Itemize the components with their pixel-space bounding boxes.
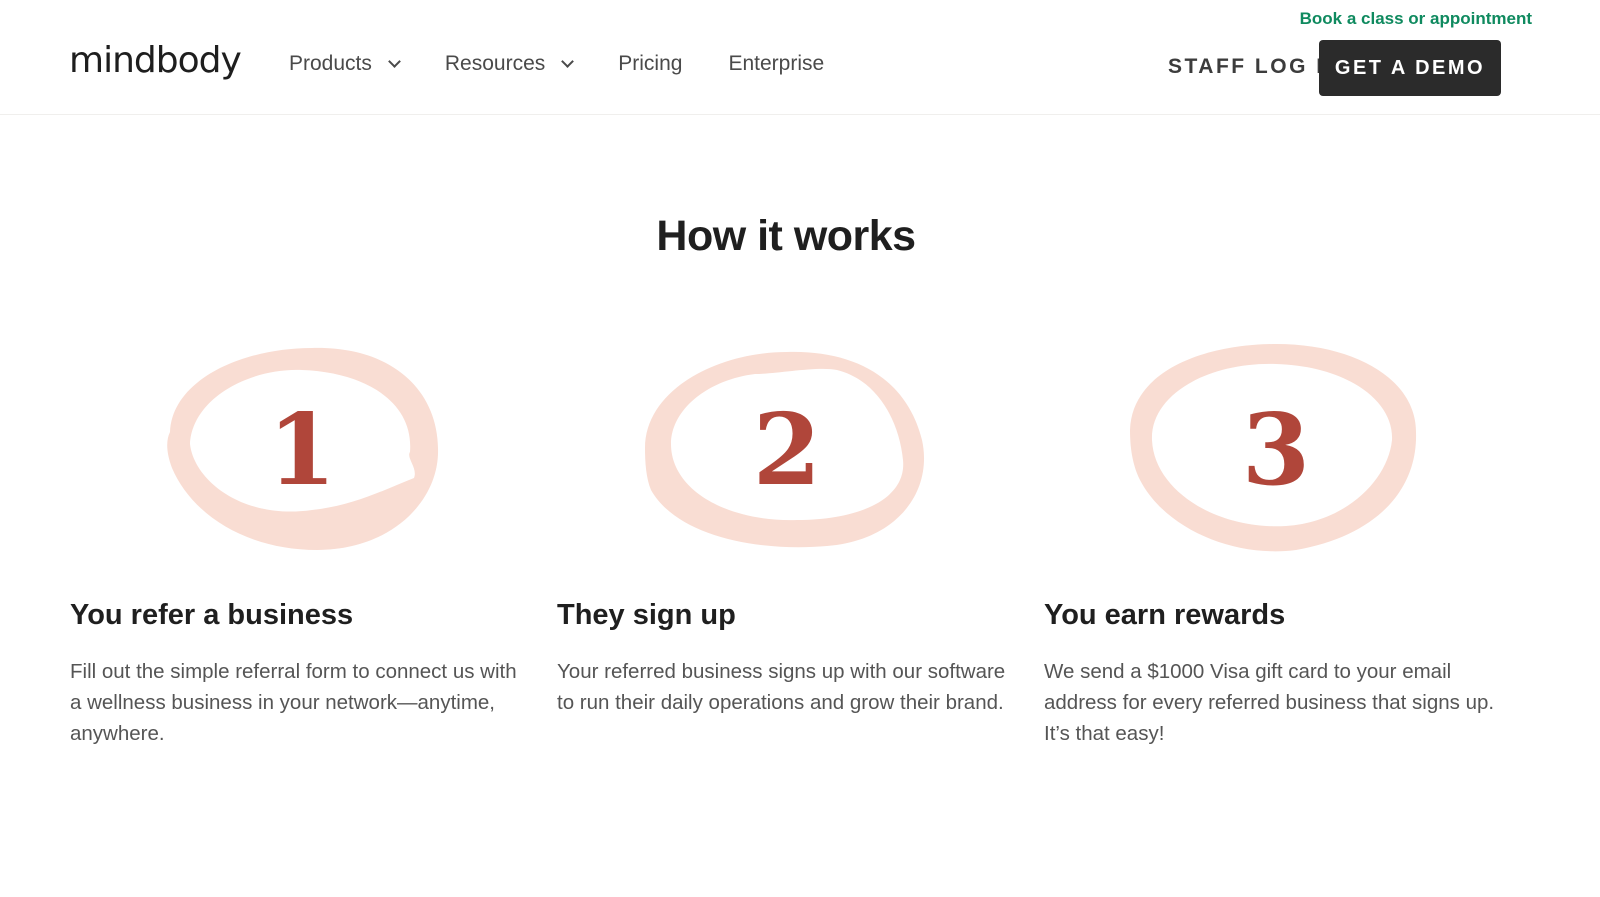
step-description: Your referred business signs up with our… <box>557 660 1006 714</box>
section-title: How it works <box>656 212 916 260</box>
book-class-link[interactable]: Book a class or appointment <box>1300 9 1532 29</box>
get-demo-button[interactable]: GET A DEMO <box>1319 40 1501 96</box>
nav-enterprise-label: Enterprise <box>728 52 825 75</box>
step-number-badge: 3 <box>1126 340 1426 560</box>
step-description: We send a $1000 Visa gift card to your e… <box>1044 660 1495 745</box>
staff-login-link[interactable]: STAFF LOG IN <box>1168 55 1342 79</box>
step-number: 1 <box>267 392 337 508</box>
chevron-down-icon <box>561 55 575 68</box>
nav-resources[interactable]: Resources <box>444 52 575 76</box>
step-heading: You earn rewards <box>1044 599 1286 631</box>
step-heading: You refer a business <box>70 599 354 631</box>
step-number: 3 <box>1241 392 1311 508</box>
step-card: 2 They sign up Your referred business si… <box>557 340 1017 714</box>
nav-products-label: Products <box>289 52 372 75</box>
nav-resources-label: Resources <box>444 52 546 75</box>
nav-pricing-label: Pricing <box>618 52 683 75</box>
step-card: 1 You refer a business Fill out the simp… <box>70 340 530 745</box>
step-heading: They sign up <box>557 599 736 631</box>
nav-products[interactable]: Products <box>289 52 401 76</box>
step-number-badge: 2 <box>637 340 937 560</box>
step-number: 2 <box>752 392 822 508</box>
mindbody-logo[interactable]: mindbody <box>69 40 242 81</box>
step-number-badge: 1 <box>152 340 452 560</box>
nav-pricing[interactable]: Pricing <box>618 52 682 76</box>
site-header: Book a class or appointment mindbody Pro… <box>0 0 1600 115</box>
chevron-down-icon <box>388 55 401 68</box>
main-nav: Products Resources Pricing Enterprise <box>289 52 870 76</box>
step-card: 3 You earn rewards We send a $1000 Visa … <box>1044 340 1504 745</box>
step-description: Fill out the simple referral form to con… <box>70 660 517 745</box>
nav-enterprise[interactable]: Enterprise <box>728 52 824 76</box>
